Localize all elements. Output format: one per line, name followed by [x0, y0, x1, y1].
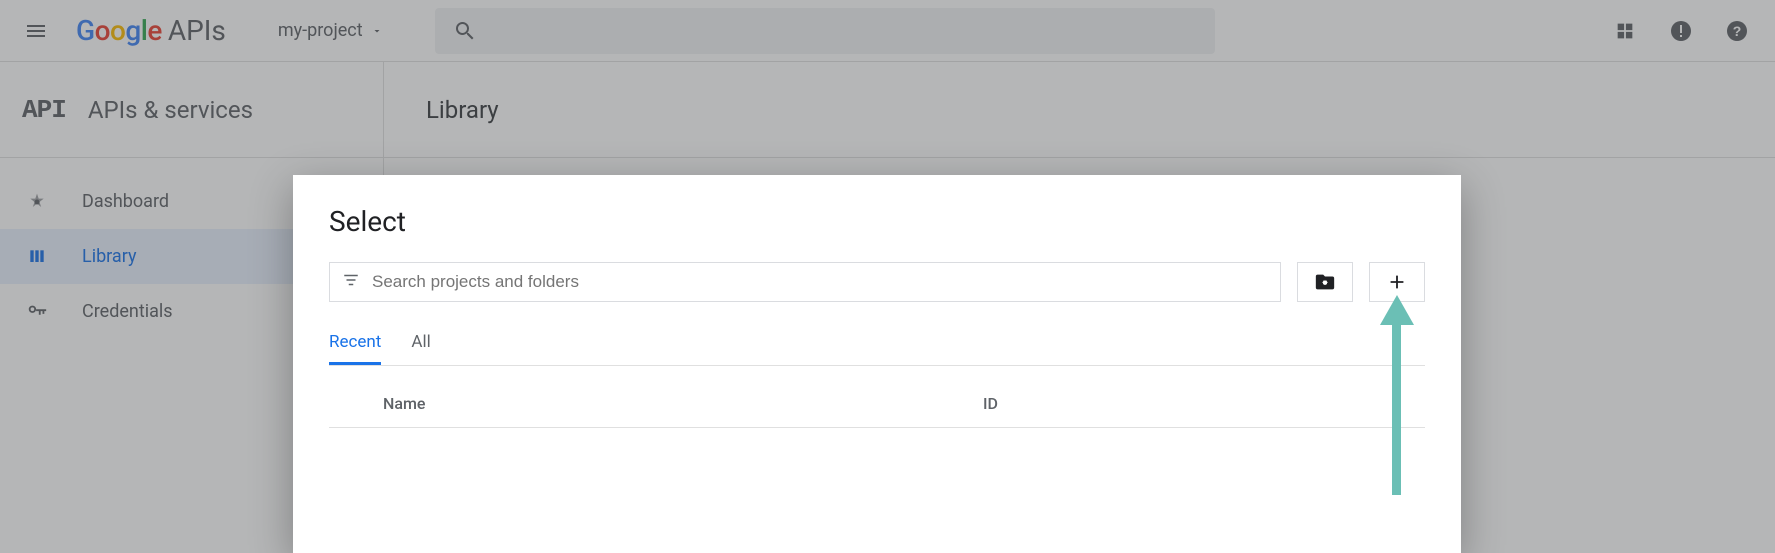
- new-project-button[interactable]: [1369, 262, 1425, 302]
- dialog-title: Select: [329, 205, 1425, 238]
- plus-icon: [1386, 271, 1408, 293]
- column-id: ID: [983, 394, 998, 413]
- manage-folders-button[interactable]: [1297, 262, 1353, 302]
- project-select-dialog: Select Recent All Name ID: [293, 175, 1461, 553]
- folder-gear-icon: [1314, 271, 1336, 293]
- table-header: Name ID: [329, 366, 1425, 428]
- column-name: Name: [383, 394, 983, 413]
- dialog-search-row: [329, 262, 1425, 302]
- tab-all[interactable]: All: [411, 322, 430, 365]
- filter-icon: [342, 271, 360, 293]
- dialog-tabs: Recent All: [329, 322, 1425, 366]
- project-search-input[interactable]: [372, 272, 1268, 292]
- tab-recent[interactable]: Recent: [329, 322, 381, 365]
- project-search-input-wrap[interactable]: [329, 262, 1281, 302]
